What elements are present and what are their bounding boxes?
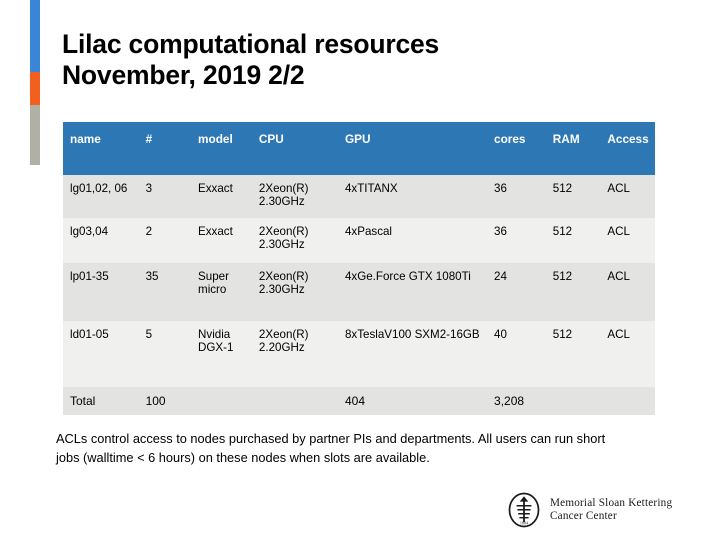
cell-cpu: 2Xeon(R) 2.30GHz	[258, 270, 309, 296]
cell-access: ACL	[607, 270, 630, 283]
cell-model: Exxact	[198, 225, 233, 238]
total-cell-count: 100	[145, 394, 166, 408]
cell-name: ld01-05	[70, 328, 109, 341]
cell-cores: 40	[494, 328, 507, 341]
msk-wordmark: Memorial Sloan Kettering Cancer Center	[550, 497, 672, 523]
total-cell-ram	[546, 387, 601, 415]
cell-ram: 512	[552, 225, 573, 238]
cell-gpu: 4xGe.Force GTX 1080Ti	[344, 270, 471, 283]
column-header-gpu: GPU	[344, 132, 371, 146]
cell-access: ACL	[607, 225, 630, 238]
cell-gpu: 4xTITANX	[344, 182, 398, 195]
cell-count: 2	[145, 225, 153, 238]
column-header-name: name	[70, 132, 101, 146]
column-header-model: model	[198, 132, 233, 146]
table-row: lg03,04 2 Exxact 2Xeon(R) 2.30GHz 4xPasc…	[63, 218, 655, 263]
accent-segment-blue	[30, 0, 40, 72]
table-total-row: Total 100 404 3,208	[63, 387, 655, 415]
table-row: lp01-35 35 Super micro 2Xeon(R) 2.30GHz …	[63, 263, 655, 321]
slide-title-line-2: November, 2019 2/2	[62, 60, 305, 90]
cell-name: lg03,04	[70, 225, 109, 238]
cell-cores: 36	[494, 182, 507, 195]
acl-footnote: ACLs control access to nodes purchased b…	[56, 431, 606, 465]
cell-model: Nvidia DGX-1	[198, 328, 234, 354]
accent-segment-gray	[30, 105, 40, 165]
msk-logo: 1884 Memorial Sloan Kettering Cancer Cen…	[505, 490, 672, 530]
msk-wordmark-line-1: Memorial Sloan Kettering	[550, 496, 673, 509]
cell-count: 35	[145, 270, 159, 283]
total-cell-name: Total	[70, 394, 96, 408]
cell-name: lg01,02, 06	[70, 182, 128, 195]
msk-wordmark-line-2: Cancer Center	[550, 510, 617, 522]
total-cell-cpu	[252, 387, 338, 415]
cell-cores: 36	[494, 225, 507, 238]
total-cell-gpu: 404	[344, 394, 365, 408]
table-row: lg01,02, 06 3 Exxact 2Xeon(R) 2.30GHz 4x…	[63, 175, 655, 218]
table-row: ld01-05 5 Nvidia DGX-1 2Xeon(R) 2.20GHz …	[63, 321, 655, 387]
cell-access: ACL	[607, 328, 630, 341]
cell-ram: 512	[552, 182, 573, 195]
cell-count: 5	[145, 328, 153, 341]
cell-count: 3	[145, 182, 153, 195]
total-cell-model	[191, 387, 252, 415]
cell-access: ACL	[607, 182, 630, 195]
cell-cpu: 2Xeon(R) 2.30GHz	[258, 225, 309, 251]
accent-segment-orange	[30, 72, 40, 105]
table-header-row: name # model CPU GPU cores RAM Access	[63, 122, 655, 175]
slide-title-line-1: Lilac computational resources	[62, 29, 440, 59]
cell-ram: 512	[552, 270, 573, 283]
column-header-cores: cores	[494, 132, 526, 146]
cell-cpu: 2Xeon(R) 2.30GHz	[258, 182, 309, 208]
total-cell-access	[600, 387, 655, 415]
msk-seal-year: 1884	[520, 521, 529, 526]
slide-accent-bar	[30, 0, 40, 165]
column-header-ram: RAM	[552, 132, 580, 146]
cell-cores: 24	[494, 270, 507, 283]
cell-cpu: 2Xeon(R) 2.20GHz	[258, 328, 309, 354]
compute-resources-table: name # model CPU GPU cores RAM Access lg…	[63, 122, 655, 415]
column-header-cpu: CPU	[258, 132, 284, 146]
total-cell-cores: 3,208	[494, 394, 525, 408]
cell-name: lp01-35	[70, 270, 109, 283]
column-header-access: Access	[607, 132, 649, 146]
msk-seal-icon: 1884	[508, 492, 540, 528]
cell-gpu: 4xPascal	[344, 225, 393, 238]
column-header-count: #	[145, 132, 153, 146]
cell-ram: 512	[552, 328, 573, 341]
cell-model: Exxact	[198, 182, 233, 195]
cell-model: Super micro	[198, 270, 229, 296]
cell-gpu: 8xTeslaV100 SXM2-16GB	[344, 328, 480, 341]
slide-title: Lilac computational resources November, …	[62, 29, 662, 91]
